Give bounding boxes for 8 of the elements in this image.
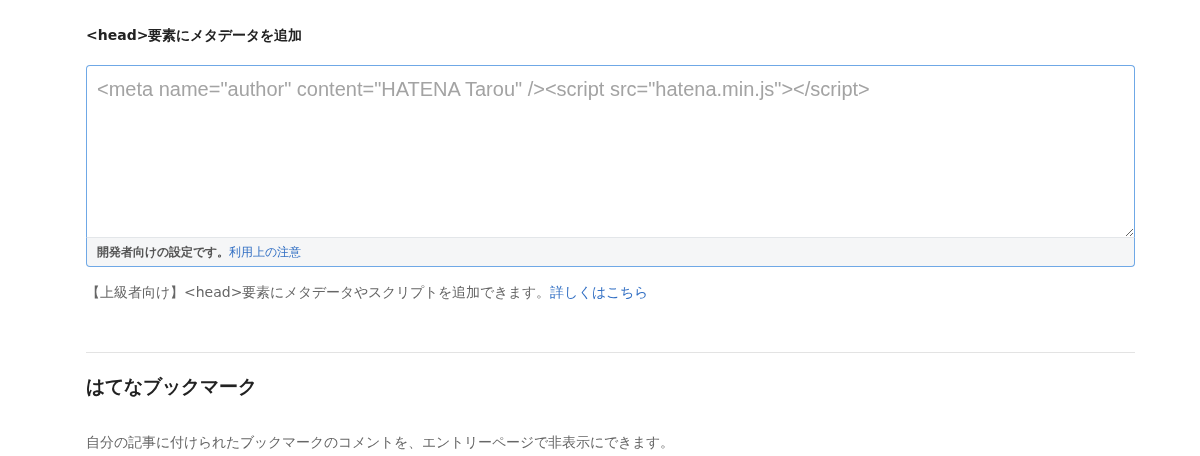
help-text: 【上級者向け】<head>要素にメタデータやスクリプトを追加できます。詳しくはこちら [86, 283, 650, 302]
code-field[interactable]: <meta name="author" content="HATENA Tarou" /><script src="hatena.min.js"></script> [86, 65, 1135, 238]
section-heading: はてなブックマーク [86, 374, 258, 399]
field-label: <head>要素にメタデータを追加 [86, 26, 304, 45]
notice-link[interactable]: 利用上の注意 [229, 245, 301, 259]
field-note: 開発者向けの設定です。利用上の注意 [86, 238, 1135, 267]
details-link[interactable]: 詳しくはこちら [550, 284, 649, 300]
section-description: 自分の記事に付けられたブックマークのコメントを、エントリーページで非表示にできます。 [86, 433, 675, 452]
